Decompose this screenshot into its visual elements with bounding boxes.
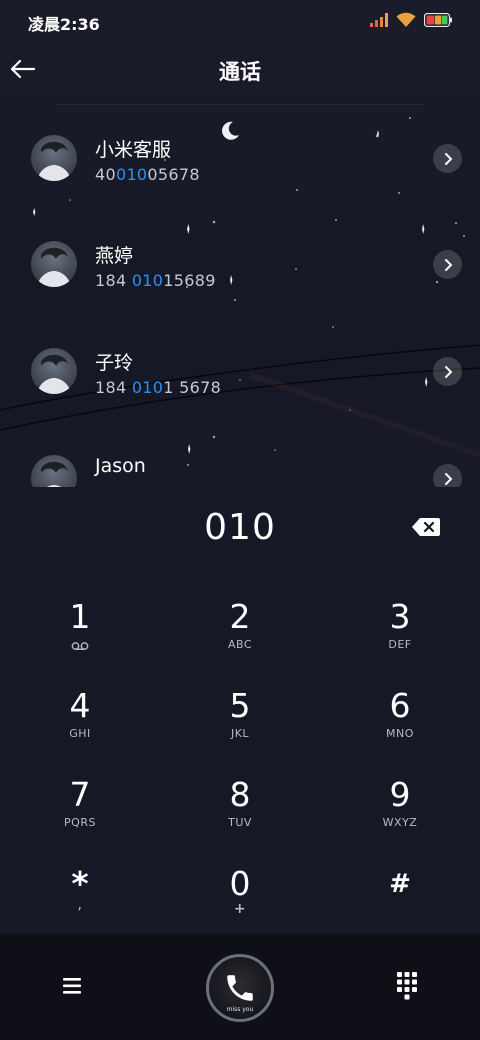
key-star[interactable]: * , (20, 865, 140, 945)
contact-number: 184 01015689 (95, 271, 216, 290)
key-5[interactable]: 5 JKL (180, 687, 300, 767)
dialpad-icon (397, 972, 417, 1000)
page-title: 通话 (219, 60, 261, 84)
contact-name: 燕婷 (95, 245, 134, 267)
header: 通话 (0, 44, 480, 98)
contact-detail-button[interactable] (433, 464, 462, 487)
contact-row[interactable]: 子玲 184 0101 5678 (0, 348, 480, 418)
wifi-icon (396, 12, 416, 27)
contact-detail-button[interactable] (433, 357, 462, 386)
key-2[interactable]: 2 ABC (180, 598, 300, 678)
match-highlight: 010 (131, 271, 164, 290)
status-bar: 凌晨2:36 (0, 0, 480, 42)
header-divider (56, 104, 424, 105)
contact-row[interactable]: Jason (0, 455, 480, 487)
dialpad: 010 1 2 ABC 3 DEF 4 GHI 5 JKL 6 MNO 7 PQ… (0, 487, 480, 934)
match-highlight: 010 (115, 165, 148, 184)
contact-number: 4001005678 (95, 165, 200, 184)
contact-name: Jason (95, 455, 146, 477)
call-button[interactable]: miss you (206, 954, 274, 1022)
phone-icon (227, 975, 253, 1001)
status-time: 凌晨2:36 (28, 15, 100, 34)
dialed-number-input[interactable]: 010 (0, 507, 480, 548)
contact-name: 小米客服 (95, 139, 172, 161)
contact-detail-button[interactable] (433, 144, 462, 173)
match-highlight: 010 (131, 378, 164, 397)
avatar (31, 135, 77, 181)
signal-icon (370, 12, 388, 27)
contacts-panel: 凌晨2:36 通话 小米客服 4001005678 燕婷 184 0101568… (0, 0, 480, 487)
menu-button[interactable] (58, 972, 88, 1000)
chevron-right-icon (444, 472, 452, 485)
contact-number: 184 0101 5678 (95, 378, 222, 397)
call-caption: miss you (226, 1006, 254, 1013)
contact-row[interactable]: 燕婷 184 01015689 (0, 241, 480, 311)
menu-icon (63, 978, 81, 994)
key-1[interactable]: 1 (20, 598, 140, 678)
chevron-right-icon (444, 152, 452, 165)
backspace-button[interactable] (411, 516, 441, 538)
avatar (31, 241, 77, 287)
key-8[interactable]: 8 TUV (180, 776, 300, 856)
battery-icon (424, 12, 452, 27)
key-0[interactable]: 0 + (180, 865, 300, 945)
key-9[interactable]: 9 WXYZ (340, 776, 460, 856)
avatar (31, 455, 77, 487)
avatar (31, 348, 77, 394)
contact-row[interactable]: 小米客服 4001005678 (0, 135, 480, 205)
key-4[interactable]: 4 GHI (20, 687, 140, 767)
chevron-right-icon (444, 258, 452, 271)
key-7[interactable]: 7 PQRS (20, 776, 140, 856)
bottom-bar: miss you (0, 934, 480, 1040)
keypad-toggle-button[interactable] (395, 970, 419, 1002)
key-hash[interactable]: # (340, 865, 460, 945)
backspace-icon (412, 518, 440, 536)
contact-detail-button[interactable] (433, 250, 462, 279)
key-6[interactable]: 6 MNO (340, 687, 460, 767)
contact-name: 子玲 (95, 352, 134, 374)
chevron-right-icon (444, 365, 452, 378)
voicemail-icon (71, 642, 89, 650)
key-3[interactable]: 3 DEF (340, 598, 460, 678)
status-icons (370, 12, 452, 27)
